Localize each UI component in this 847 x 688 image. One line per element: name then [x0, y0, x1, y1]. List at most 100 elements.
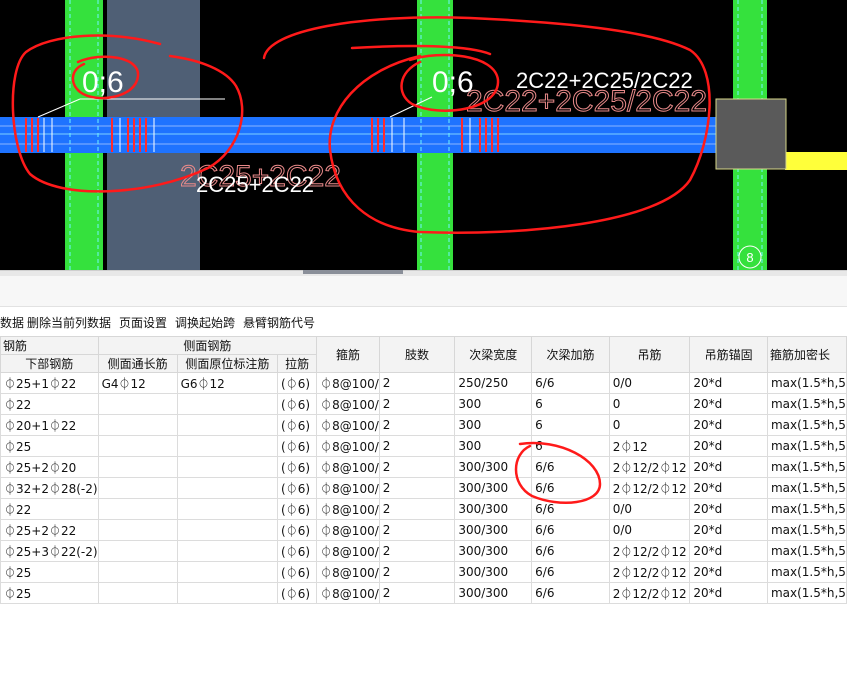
col-header-hanger-bar[interactable]: 吊筋 [608, 336, 691, 373]
cell-stirrup[interactable]: ⏀8@100/ [316, 582, 380, 604]
cell-stirrup[interactable]: ⏀8@100/ [316, 435, 380, 457]
cell-tie-bar[interactable]: (⏀6) [277, 519, 318, 541]
cell-stirrup-dense-length[interactable]: max(1.5*h,5 [766, 540, 847, 562]
cell-side-continuous[interactable] [97, 435, 178, 457]
cell-secondary-beam-width[interactable]: 300 [454, 393, 533, 415]
cell-stirrup-dense-length[interactable]: max(1.5*h,5 [766, 435, 847, 457]
cell-hanger-bar[interactable]: 2⏀12/2⏀12 [608, 540, 691, 562]
table-row[interactable]: ⏀25 (⏀6) ⏀8@100/2 300 6 2⏀12 20*d max(1.5*h,5 [0, 435, 847, 457]
table-row[interactable]: ⏀25 (⏀6) ⏀8@100/2 300/300 6/6 2⏀12/2⏀12 20*d ma… [0, 582, 847, 604]
table-row[interactable]: ⏀25+1⏀22 G4⏀12 G6⏀12 (⏀6) ⏀8@100/2 250/250 6/6… [0, 372, 847, 394]
col-header-secondary-beam-width[interactable]: 次梁宽度 [454, 336, 533, 373]
cell-secondary-beam-width[interactable]: 250/250 [454, 372, 533, 394]
cell-legs[interactable]: 2 [378, 372, 456, 394]
cell-bottom-rebar[interactable]: ⏀20+1⏀22 [0, 414, 99, 436]
cell-tie-bar[interactable]: (⏀6) [277, 477, 318, 499]
col-header-bottom-rebar[interactable]: 下部钢筋 [0, 354, 99, 373]
cell-secondary-beam-extra[interactable]: 6/6 [531, 477, 610, 499]
cell-tie-bar[interactable]: (⏀6) [277, 414, 318, 436]
cell-hanger-bar[interactable]: 0/0 [608, 519, 691, 541]
cell-secondary-beam-extra[interactable]: 6/6 [531, 540, 610, 562]
cell-stirrup[interactable]: ⏀8@100/ [316, 414, 380, 436]
toolbar-item-data[interactable]: 数据 [0, 314, 24, 331]
cell-bottom-rebar[interactable]: ⏀22 [0, 498, 99, 520]
col-header-tie-bar[interactable]: 拉筋 [277, 354, 318, 373]
cell-legs[interactable]: 2 [378, 582, 456, 604]
cell-side-in-situ[interactable] [176, 540, 279, 562]
cell-legs[interactable]: 2 [378, 477, 456, 499]
col-header-stirrup-dense-length[interactable]: 箍筋加密长 [766, 336, 847, 373]
cell-stirrup-dense-length[interactable]: max(1.5*h,5 [766, 582, 847, 604]
cell-stirrup-dense-length[interactable]: max(1.5*h,5 [766, 519, 847, 541]
cell-legs[interactable]: 2 [378, 540, 456, 562]
cell-side-in-situ[interactable] [176, 519, 279, 541]
cell-secondary-beam-width[interactable]: 300 [454, 435, 533, 457]
cell-side-in-situ[interactable] [176, 393, 279, 415]
cell-hanger-bar[interactable]: 2⏀12/2⏀12 [608, 477, 691, 499]
toolbar-item-delete-column[interactable]: 删除当前列数据 [27, 314, 111, 331]
cell-bottom-rebar[interactable]: ⏀25 [0, 561, 99, 583]
cell-side-continuous[interactable] [97, 456, 178, 478]
cell-stirrup[interactable]: ⏀8@100/ [316, 477, 380, 499]
cell-legs[interactable]: 2 [378, 498, 456, 520]
cell-secondary-beam-width[interactable]: 300/300 [454, 519, 533, 541]
cell-side-in-situ[interactable] [176, 456, 279, 478]
cell-hanger-anchor[interactable]: 20*d [689, 561, 768, 583]
cell-hanger-anchor[interactable]: 20*d [689, 498, 768, 520]
cell-tie-bar[interactable]: (⏀6) [277, 540, 318, 562]
table-row[interactable]: ⏀22 (⏀6) ⏀8@100/2 300 6 0 20*d max(1.5*h,5 [0, 393, 847, 415]
cell-stirrup[interactable]: ⏀8@100/ [316, 519, 380, 541]
cell-secondary-beam-width[interactable]: 300/300 [454, 561, 533, 583]
cad-drawing-view[interactable]: 0;6 0;6 2C22+2C25/2C22 2C22+2C25/2C22 2C… [0, 0, 847, 270]
cell-side-in-situ[interactable] [176, 435, 279, 457]
cell-hanger-anchor[interactable]: 20*d [689, 519, 768, 541]
cell-hanger-bar[interactable]: 2⏀12/2⏀12 [608, 456, 691, 478]
cell-hanger-bar[interactable]: 2⏀12 [608, 435, 691, 457]
cell-hanger-bar[interactable]: 2⏀12/2⏀12 [608, 561, 691, 583]
cell-tie-bar[interactable]: (⏀6) [277, 456, 318, 478]
cell-secondary-beam-width[interactable]: 300/300 [454, 582, 533, 604]
cell-secondary-beam-extra[interactable]: 6/6 [531, 519, 610, 541]
cell-tie-bar[interactable]: (⏀6) [277, 582, 318, 604]
cell-stirrup[interactable]: ⏀8@100/ [316, 561, 380, 583]
cell-hanger-anchor[interactable]: 20*d [689, 393, 768, 415]
cell-secondary-beam-extra[interactable]: 6 [531, 393, 610, 415]
cell-bottom-rebar[interactable]: ⏀25+1⏀22 [0, 372, 99, 394]
cell-side-continuous[interactable]: G4⏀12 [97, 372, 178, 394]
cell-stirrup-dense-length[interactable]: max(1.5*h,5 [766, 561, 847, 583]
cell-side-in-situ[interactable] [176, 414, 279, 436]
cell-side-continuous[interactable] [97, 561, 178, 583]
cell-hanger-bar[interactable]: 0/0 [608, 372, 691, 394]
cell-tie-bar[interactable]: (⏀6) [277, 435, 318, 457]
cell-secondary-beam-extra[interactable]: 6/6 [531, 561, 610, 583]
cell-bottom-rebar[interactable]: ⏀25+2⏀22 [0, 519, 99, 541]
cell-secondary-beam-extra[interactable]: 6 [531, 435, 610, 457]
cell-secondary-beam-extra[interactable]: 6/6 [531, 456, 610, 478]
cell-side-in-situ[interactable] [176, 582, 279, 604]
cad-canvas[interactable]: 0;6 0;6 2C22+2C25/2C22 2C22+2C25/2C22 2C… [0, 0, 847, 270]
cell-side-continuous[interactable] [97, 540, 178, 562]
cell-legs[interactable]: 2 [378, 519, 456, 541]
cell-hanger-anchor[interactable]: 20*d [689, 477, 768, 499]
col-header-legs[interactable]: 肢数 [378, 336, 456, 373]
cell-bottom-rebar[interactable]: ⏀25+3⏀22(-2) [0, 540, 99, 562]
label-stirrup-left[interactable]: 0;6 [82, 66, 124, 99]
cell-legs[interactable]: 2 [378, 561, 456, 583]
cell-secondary-beam-extra[interactable]: 6 [531, 414, 610, 436]
cell-hanger-bar[interactable]: 0 [608, 414, 691, 436]
cell-secondary-beam-extra[interactable]: 6/6 [531, 582, 610, 604]
cell-tie-bar[interactable]: (⏀6) [277, 372, 318, 394]
cell-side-continuous[interactable] [97, 519, 178, 541]
cell-secondary-beam-extra[interactable]: 6/6 [531, 372, 610, 394]
label-top-rebar[interactable]: 2C22+2C25/2C22 [516, 68, 693, 93]
col-header-side-in-situ[interactable]: 侧面原位标注筋 [176, 354, 279, 373]
table-row[interactable]: ⏀25+2⏀20 (⏀6) ⏀8@100/2 300/300 6/6 2⏀12/2⏀12 2… [0, 456, 847, 478]
cell-side-continuous[interactable] [97, 498, 178, 520]
cell-stirrup-dense-length[interactable]: max(1.5*h,5 [766, 456, 847, 478]
cell-side-continuous[interactable] [97, 477, 178, 499]
cell-legs[interactable]: 2 [378, 435, 456, 457]
cell-stirrup[interactable]: ⏀8@100/ [316, 393, 380, 415]
cell-side-in-situ[interactable] [176, 498, 279, 520]
cell-bottom-rebar[interactable]: ⏀25+2⏀20 [0, 456, 99, 478]
col-header-secondary-beam-extra[interactable]: 次梁加筋 [531, 336, 610, 373]
